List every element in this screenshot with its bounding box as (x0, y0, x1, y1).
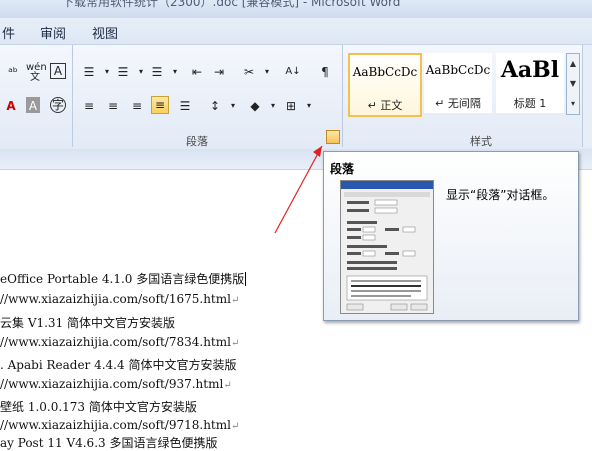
document-line-text: 壁纸 1.0.0.173 简体中文官方安装版 (0, 400, 197, 414)
more-icon[interactable]: ▾ (567, 94, 579, 114)
decrease-indent-icon[interactable]: ⇤ (188, 63, 206, 81)
style-sample: AaBbCcDc (425, 63, 491, 77)
style-name: ↵ 无间隔 (435, 97, 481, 110)
chevron-down-icon[interactable]: ▾ (224, 97, 242, 115)
group-separator (72, 45, 73, 147)
styles-group-label: 样式 (470, 135, 492, 148)
document-line: ay Post 11 V4.6.3 多国语言绿色便携版 (0, 434, 217, 451)
document-line-text: 云集 V1.31 简体中文官方安装版 (0, 316, 176, 330)
phonetic-guide-icon[interactable]: wén 文 (26, 63, 47, 83)
align-left-icon[interactable]: ≡ (80, 97, 98, 115)
font-color-icon[interactable]: A (2, 97, 20, 115)
tooltip-description: 显示“段落”对话框。 (446, 188, 555, 202)
borders-icon[interactable]: ⊞ (282, 97, 300, 115)
style-name: 标题 1 (513, 97, 547, 110)
paragraph-tooltip: 段落 显示“段落”对话框。 (323, 151, 579, 321)
paragraph-mark: ↵ (230, 295, 240, 306)
phonetic-guide-icon[interactable]: ᵃᵇ (4, 63, 22, 81)
paragraph-mark: ↵ (230, 421, 240, 432)
tab-review[interactable]: 审阅 (40, 23, 66, 42)
chevron-down-icon[interactable]: ▾ (258, 63, 276, 81)
style-name: ↵ 正文 (367, 99, 403, 112)
increase-indent-icon[interactable]: ⇥ (210, 63, 228, 81)
document-line-text: ay Post 11 V4.6.3 多国语言绿色便携版 (0, 436, 218, 450)
style-sample: AaBbCcDc (352, 65, 418, 79)
sort-icon[interactable]: A↓ (284, 63, 302, 81)
style-sample: AaBl (500, 57, 560, 83)
window-title: 下载常用软件统计（2300）.doc [兼容模式] - Microsoft Wo… (62, 0, 401, 9)
enclose-char-icon[interactable]: 字 (50, 97, 66, 113)
chevron-down-icon[interactable]: ▼ (567, 74, 579, 94)
chevron-down-icon[interactable]: ▾ (166, 63, 184, 81)
tab-view[interactable]: 视图 (92, 23, 118, 42)
style-normal[interactable]: AaBbCcDc ↵ 正文 (348, 53, 422, 117)
center-icon[interactable]: ≡ (104, 97, 122, 115)
paragraph-group-label: 段落 (186, 135, 208, 148)
document-line-text: //www.xiazaizhijia.com/soft/9718.html (0, 418, 231, 432)
dialog-launcher-icon[interactable] (326, 130, 340, 144)
document-line: . Apabi Reader 4.4.4 简体中文官方安装版 (0, 356, 236, 373)
document-line-text: //www.xiazaizhijia.com/soft/1675.html (0, 292, 231, 306)
document-line-text: . Apabi Reader 4.4.4 简体中文官方安装版 (0, 358, 237, 372)
style-heading-1[interactable]: AaBl 标题 1 (496, 53, 564, 113)
group-separator (342, 45, 343, 147)
paragraph-mark: ↵ (223, 380, 232, 391)
line-spacing-icon[interactable]: ↕ (206, 97, 224, 115)
document-line-text: eOffice Portable 4.1.0 多国语言绿色便携版 (0, 272, 245, 286)
ribbon: ᵃᵇ wén 文 A A A 字 ☰ ▾ ☰ ▾ ☰ ▾ ⇤ ⇥ ✂ ▾ A↓ ¶… (0, 44, 592, 150)
document-line-text: //www.xiazaizhijia.com/soft/937.html (0, 377, 224, 391)
document-line: //www.xiazaizhijia.com/soft/1675.html↵ (0, 292, 239, 306)
align-right-icon[interactable]: ≡ (128, 97, 146, 115)
char-border-icon[interactable]: A (50, 63, 66, 79)
document-line: 壁纸 1.0.0.173 简体中文官方安装版 (0, 398, 197, 415)
chinese-layout-icon[interactable]: ✂ (240, 63, 258, 81)
bullets-icon[interactable]: ☰ (80, 63, 98, 81)
justify-icon[interactable]: ≡ (151, 96, 169, 114)
tab-file[interactable]: 件 (2, 23, 15, 42)
document-line: //www.xiazaizhijia.com/soft/7834.html↵ (0, 335, 239, 349)
document-line: eOffice Portable 4.1.0 多国语言绿色便携版 (0, 270, 247, 287)
document-line: 云集 V1.31 简体中文官方安装版 (0, 314, 175, 331)
multilevel-list-icon[interactable]: ☰ (148, 63, 166, 81)
document-line-text: //www.xiazaizhijia.com/soft/7834.html (0, 335, 231, 349)
chevron-down-icon[interactable]: ▾ (300, 97, 318, 115)
document-line: //www.xiazaizhijia.com/soft/9718.html↵ (0, 418, 239, 432)
document-line: //www.xiazaizhijia.com/soft/937.html↵ (0, 377, 232, 391)
show-marks-icon[interactable]: ¶ (316, 63, 334, 81)
paragraph-mark: ↵ (230, 338, 240, 349)
ribbon-tabs: 件 审阅 视图 (0, 18, 592, 44)
char-shading-icon[interactable]: A (26, 97, 40, 113)
tooltip-title: 段落 (330, 162, 355, 176)
title-bar: 下载常用软件统计（2300）.doc [兼容模式] - Microsoft Wo… (0, 0, 592, 18)
dialog-preview-image (340, 180, 434, 314)
ribbon-right-edge (582, 45, 592, 147)
shading-icon[interactable]: ◆ (246, 97, 264, 115)
distributed-icon[interactable]: ☰ (176, 97, 194, 115)
numbering-icon[interactable]: ☰ (114, 63, 132, 81)
chevron-down-icon[interactable]: ▾ (264, 97, 282, 115)
styles-gallery-scroll[interactable]: ▲ ▼ ▾ (566, 53, 580, 115)
style-no-spacing[interactable]: AaBbCcDc ↵ 无间隔 (424, 53, 492, 113)
chevron-up-icon[interactable]: ▲ (567, 54, 579, 74)
